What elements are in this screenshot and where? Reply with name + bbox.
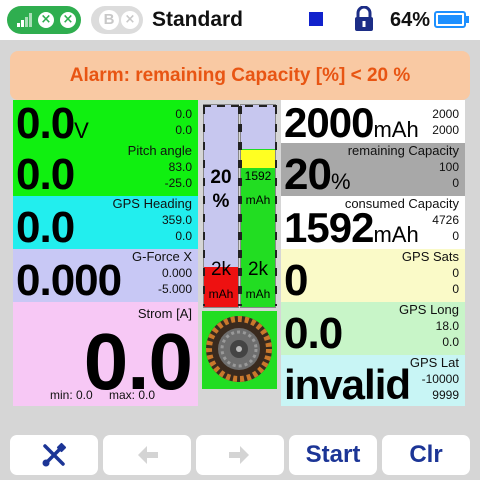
gps-long-min: 0.0 <box>442 335 459 349</box>
capacity-value: 2000mAh <box>284 100 419 144</box>
radio-status-pill[interactable]: × × <box>7 6 81 34</box>
alarm-banner: Alarm: remaining Capacity [%] < 20 % <box>10 51 470 100</box>
remaining-capacity-unit: % <box>330 169 351 194</box>
model-name: Standard <box>152 8 244 31</box>
gps-sats-max: 0 <box>452 266 459 280</box>
trainer-status-pill[interactable]: B × <box>91 6 143 34</box>
voltage-unit: V <box>74 118 89 143</box>
current-min: min: 0.0 <box>50 388 93 402</box>
capacity-tile[interactable]: 2000 2000 2000mAh <box>281 100 465 143</box>
gps-sats-title: GPS Sats <box>401 249 459 264</box>
gps-lat-min: 9999 <box>432 388 459 402</box>
gps-sats-tile[interactable]: GPS Sats 0 0 0 <box>281 249 465 302</box>
gps-heading-title: GPS Heading <box>112 196 193 211</box>
gps-sats-value: 0 <box>284 256 309 303</box>
gps-lat-title: GPS Lat <box>409 355 459 370</box>
capacity-max: 2000 <box>432 107 459 121</box>
gps-lat-max: -10000 <box>421 372 459 386</box>
lock-icon <box>355 6 373 31</box>
motor-icon <box>206 316 272 382</box>
pitch-angle-min: -25.0 <box>164 176 192 190</box>
wrench-screwdriver-icon <box>42 442 67 467</box>
remaining-capacity-value: 20% <box>284 150 351 197</box>
pitch-angle-max: 83.0 <box>168 160 192 174</box>
gps-heading-value: 0.0 <box>16 203 75 250</box>
remaining-capacity-title: remaining Capacity <box>347 143 459 158</box>
current-max: max: 0.0 <box>109 388 156 402</box>
gps-lat-tile[interactable]: GPS Lat -10000 9999 invalid <box>281 355 465 406</box>
trainer-badge: B <box>99 10 119 30</box>
g-force-max: 0.000 <box>161 266 192 280</box>
next-page-button[interactable] <box>196 435 284 475</box>
voltage-min: 0.0 <box>175 123 192 137</box>
gps-lat-value: invalid <box>284 361 411 407</box>
close-circle-icon: × <box>60 12 76 28</box>
gps-long-value: 0.0 <box>284 309 343 356</box>
pitch-angle-title: Pitch angle <box>127 143 192 158</box>
stop-square-icon <box>309 12 323 26</box>
motor-image-tile <box>202 311 277 389</box>
voltage-max: 0.0 <box>175 107 192 121</box>
battery-icon <box>434 11 469 28</box>
tools-button[interactable] <box>10 435 98 475</box>
gps-long-max: 18.0 <box>435 319 459 333</box>
battery-percent: 64% <box>390 9 431 31</box>
g-force-min: -5.000 <box>157 282 192 296</box>
remaining-capacity-min: 0 <box>452 176 459 190</box>
start-button-label: Start <box>305 441 361 468</box>
gps-sats-min: 0 <box>452 282 459 296</box>
g-force-tile[interactable]: G-Force X 0.000 -5.000 0.000 <box>13 249 198 302</box>
clear-button-label: Clr <box>409 441 443 468</box>
capacity-min: 2000 <box>432 123 459 137</box>
g-force-value: 0.000 <box>16 256 122 303</box>
consumed-capacity-tile[interactable]: consumed Capacity 4726 0 1592mAh <box>281 196 465 249</box>
signal-strength-icon <box>17 13 32 27</box>
gauge-scale-lines <box>203 105 277 306</box>
consumed-capacity-min: 0 <box>452 229 459 243</box>
top-bar: × × B × Standard 64% <box>0 0 480 40</box>
voltage-value: 0.0V <box>16 100 89 144</box>
start-button[interactable]: Start <box>289 435 377 475</box>
arrow-right-icon <box>229 446 249 464</box>
voltage-tile[interactable]: 0.0 0.0 0.0V <box>13 100 198 143</box>
consumed-capacity-max: 4726 <box>432 213 459 227</box>
gps-heading-max: 359.0 <box>161 213 192 227</box>
current-tile[interactable]: Strom [A] 0.0 min: 0.0 max: 0.0 <box>13 302 198 406</box>
prev-page-button[interactable] <box>103 435 191 475</box>
gps-long-title: GPS Long <box>399 302 459 317</box>
capacity-unit: mAh <box>373 117 419 142</box>
close-circle-icon: × <box>38 12 54 28</box>
g-force-title: G-Force X <box>132 249 192 264</box>
telemetry-screen: × × B × Standard 64% Alarm: remaining Ca… <box>0 0 480 480</box>
pitch-angle-value: 0.0 <box>16 150 75 197</box>
remaining-capacity-tile[interactable]: remaining Capacity 100 0 20% <box>281 143 465 196</box>
arrow-left-icon <box>138 446 158 464</box>
close-circle-icon: × <box>121 11 139 29</box>
remaining-capacity-max: 100 <box>438 160 459 174</box>
consumed-capacity-value: 1592mAh <box>284 204 419 250</box>
consumed-capacity-unit: mAh <box>373 222 419 247</box>
gps-long-tile[interactable]: GPS Long 18.0 0.0 0.0 <box>281 302 465 355</box>
clear-button[interactable]: Clr <box>382 435 470 475</box>
pitch-angle-tile[interactable]: Pitch angle 83.0 -25.0 0.0 <box>13 143 198 196</box>
gps-heading-tile[interactable]: GPS Heading 359.0 0.0 0.0 <box>13 196 198 249</box>
gps-heading-min: 0.0 <box>175 229 192 243</box>
